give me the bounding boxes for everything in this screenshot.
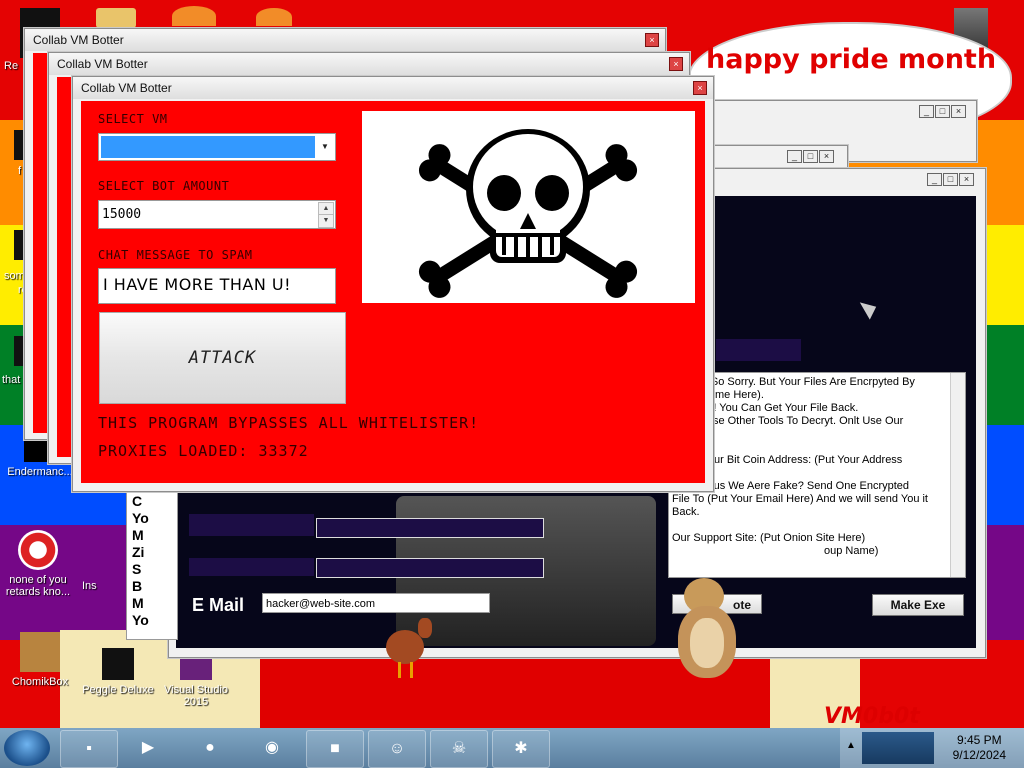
behind-text: M: [132, 595, 144, 611]
skull-image-panel: [362, 111, 695, 303]
chat-message-value: I HAVE MORE THAN U!: [103, 275, 292, 294]
select-vm-value: [101, 136, 315, 158]
chat-message-label: CHAT MESSAGE TO SPAM: [98, 248, 253, 262]
taskbar: ▪ ▶ ● ◉ ■ ☺ ☠ ✱ ▲ 9:45 PM 9/12/2024: [0, 728, 1024, 768]
desktop-icon-label: none of you retards kno...: [5, 574, 71, 598]
globe-icon[interactable]: ●: [182, 730, 238, 766]
behind-text: C: [132, 493, 143, 509]
bot-amount-label: SELECT BOT AMOUNT: [98, 179, 230, 193]
desktop-icon-label: ChomikBox: [11, 676, 69, 688]
ransom-line: Back.: [672, 506, 700, 518]
select-vm-label: SELECT VM: [98, 112, 168, 126]
window-title: Collab VM Botter: [25, 29, 665, 51]
minimize-icon[interactable]: _: [787, 150, 802, 163]
desktop-icon-label: Endermanc...: [7, 466, 73, 478]
make-exe-button[interactable]: Make Exe: [872, 594, 964, 616]
maximize-icon[interactable]: □: [943, 173, 958, 186]
behind-text: Yo: [132, 510, 149, 526]
behind-text: Zi: [132, 544, 145, 560]
bubble-text: happy pride month: [706, 44, 997, 75]
chicken-pet[interactable]: [370, 614, 442, 680]
behind-text: Yo: [132, 612, 149, 628]
lime-app-icon[interactable]: ✱: [492, 730, 550, 768]
desktop-icon-label: Peggle Deluxe: [82, 684, 154, 696]
attack-button[interactable]: ATTACK: [99, 312, 346, 404]
minecraft-icon[interactable]: ■: [306, 730, 364, 768]
chat-message-input[interactable]: I HAVE MORE THAN U!: [98, 268, 336, 304]
behind-text: M: [132, 527, 144, 543]
desktop-icon-partial-label[interactable]: Re: [4, 60, 18, 72]
chevron-down-icon[interactable]: ▼: [317, 136, 333, 158]
peggle-icon: [102, 648, 134, 680]
window-title: Collab VM Botter: [49, 53, 689, 75]
skull-app-icon[interactable]: ☠: [430, 730, 488, 768]
desktop-icon-partial-label[interactable]: that: [2, 374, 20, 386]
bot-amount-value: 15000: [102, 207, 142, 222]
skull-crossbones-icon: [418, 129, 638, 298]
desktop-icon-peggle[interactable]: Peggle Deluxe: [78, 648, 158, 696]
cursor-icon: [859, 296, 881, 320]
behind-window-panel: C Yo M Zi S B M Yo: [126, 488, 178, 640]
email-input[interactable]: hacker@web-site.com: [262, 593, 490, 613]
chevron-down-icon[interactable]: ▼: [318, 214, 334, 228]
desktop-icon-text-file[interactable]: none of you retards kno...: [0, 530, 76, 598]
maximize-icon[interactable]: □: [935, 105, 950, 118]
close-icon[interactable]: ×: [959, 173, 974, 186]
file-icon: [18, 530, 58, 570]
close-icon[interactable]: ×: [819, 150, 834, 163]
taskbar-app-icon[interactable]: ▪: [60, 730, 118, 768]
bot-amount-stepper[interactable]: 15000 ▲ ▼: [98, 200, 336, 229]
desktop-icon-chomikbox[interactable]: ChomikBox: [0, 632, 80, 688]
close-icon[interactable]: ×: [951, 105, 966, 118]
watermark-text: VM0b0t: [824, 704, 920, 729]
input-field[interactable]: [316, 518, 544, 538]
desktop-icon-partial-label[interactable]: som: [4, 270, 25, 282]
close-icon[interactable]: ×: [645, 33, 659, 47]
doctor-app-icon[interactable]: ☺: [368, 730, 426, 768]
email-label: E Mail: [192, 595, 245, 615]
maximize-icon[interactable]: □: [803, 150, 818, 163]
proxies-loaded-text: PROXIES LOADED: 33372: [98, 442, 309, 460]
chevron-up-icon[interactable]: ▲: [846, 740, 856, 751]
tray-network-icon[interactable]: [862, 732, 934, 764]
close-icon[interactable]: ×: [693, 81, 707, 95]
desktop-icon-label: Visual Studio 2015: [163, 684, 228, 708]
start-button[interactable]: [4, 730, 50, 766]
desktop-icon-image[interactable]: [96, 8, 136, 28]
ransom-line: File To (Put Your Email Here) And we wil…: [672, 493, 928, 505]
ransom-line: [669, 519, 965, 532]
bypass-text: THIS PROGRAM BYPASSES ALL WHITELISTER!: [98, 414, 480, 432]
clock-date: 9/12/2024: [952, 748, 1006, 762]
window-title: Collab VM Botter: [73, 77, 713, 99]
hamster-pet[interactable]: [664, 578, 744, 680]
close-icon[interactable]: ×: [669, 57, 683, 71]
ransom-line: Our Support Site: (Put Onion Site Here): [672, 532, 866, 544]
scrollbar[interactable]: [950, 373, 965, 577]
ransom-line: oup Name): [824, 545, 879, 557]
media-player-icon[interactable]: ▶: [120, 730, 176, 766]
firefox-icon[interactable]: ◉: [244, 730, 300, 766]
select-vm-dropdown[interactable]: ▼: [98, 133, 336, 161]
clock-time: 9:45 PM: [956, 733, 1002, 747]
minimize-icon[interactable]: _: [927, 173, 942, 186]
input-field[interactable]: [316, 558, 544, 578]
hamster-icon: [20, 632, 60, 672]
minimize-icon[interactable]: _: [919, 105, 934, 118]
desktop-icon-partial-label[interactable]: Ins: [82, 580, 97, 592]
desktop-icon-image[interactable]: [256, 8, 292, 26]
behind-text: B: [132, 578, 143, 594]
taskbar-clock[interactable]: 9:45 PM 9/12/2024: [953, 733, 1006, 763]
behind-text: S: [132, 561, 142, 577]
desktop-icon-partial-label[interactable]: f: [18, 165, 21, 177]
desktop-icon-image[interactable]: [172, 6, 216, 26]
